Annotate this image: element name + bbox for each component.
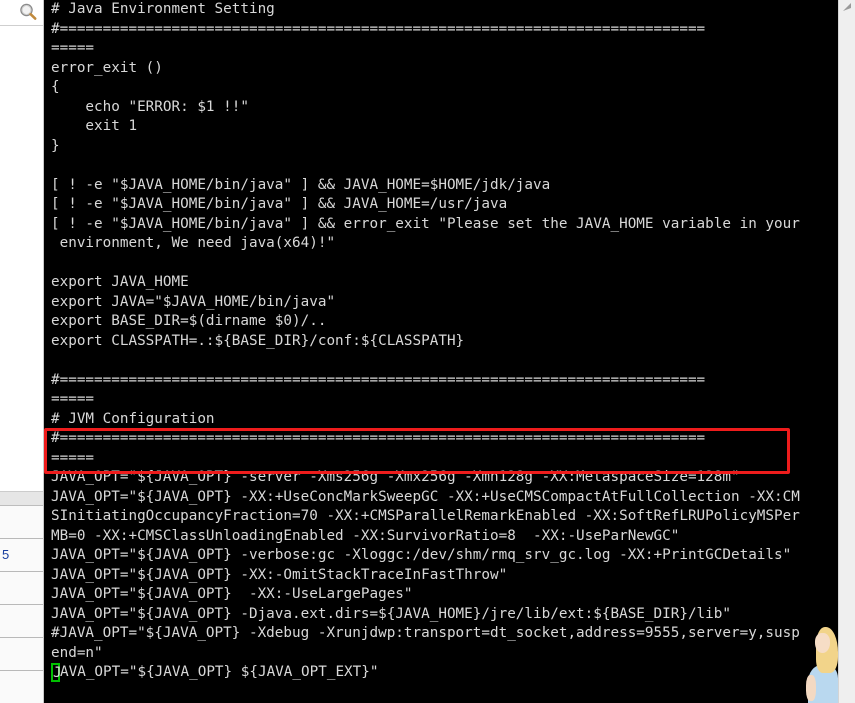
spreadsheet-row[interactable] <box>0 506 43 539</box>
terminal-line: JAVA_OPT="${JAVA_OPT} -Djava.ext.dirs=${… <box>51 605 731 622</box>
spreadsheet-toolbar <box>0 0 43 26</box>
spreadsheet-row-header <box>0 492 43 506</box>
terminal-line-with-cursor: JAVA_OPT="${JAVA_OPT} ${JAVA_OPT_EXT}" <box>51 663 838 683</box>
terminal-line: export CLASSPATH=.:${BASE_DIR}/conf:${CL… <box>51 332 465 349</box>
magnifier-icon[interactable] <box>18 2 38 22</box>
terminal-line: } <box>51 137 60 154</box>
spreadsheet-rows: 5 <box>0 492 43 703</box>
spreadsheet-row[interactable]: 5 <box>0 539 43 572</box>
terminal-line: export BASE_DIR=$(dirname $0)/.. <box>51 313 327 329</box>
terminal-line: #JAVA_OPT="${JAVA_OPT} -Xdebug -Xrunjdwp… <box>51 625 800 641</box>
terminal-line: { <box>51 79 60 95</box>
terminal-line: exit 1 <box>51 118 138 134</box>
terminal-line: echo "ERROR: $1 !!" <box>51 98 249 115</box>
terminal-line-text: AVA_OPT="${JAVA_OPT} ${JAVA_OPT_EXT}" <box>60 664 379 680</box>
spreadsheet-row[interactable] <box>0 638 43 671</box>
spreadsheet-row[interactable] <box>0 671 43 703</box>
spreadsheet-row[interactable] <box>0 572 43 605</box>
terminal-line: export JAVA="$JAVA_HOME/bin/java" <box>51 293 336 310</box>
background-spreadsheet-panel: 5 <box>0 0 44 703</box>
spreadsheet-row[interactable] <box>0 605 43 638</box>
terminal-line: JAVA_OPT="${JAVA_OPT} -XX:-OmitStackTrac… <box>51 566 508 583</box>
terminal-line: JAVA_OPT="${JAVA_OPT} -XX:-UseLargePages… <box>51 586 413 602</box>
scroll-up-arrow-icon[interactable] <box>842 2 853 13</box>
terminal-line: MB=0 -XX:+CMSClassUnloadingEnabled -XX:S… <box>51 527 680 544</box>
terminal-line: # Java Environment Setting <box>51 1 275 17</box>
terminal-text-area[interactable]: # Java Environment Setting #=============… <box>51 0 838 683</box>
terminal-line: ===== <box>51 449 95 466</box>
screen-root: 5 # Java Environment Setting #===========… <box>0 0 855 703</box>
terminal-line: ===== <box>51 40 95 56</box>
window-scrollbar[interactable] <box>838 0 855 703</box>
terminal-cursor: J <box>51 663 62 682</box>
terminal-line: [ ! -e "$JAVA_HOME/bin/java" ] && JAVA_H… <box>51 176 551 193</box>
terminal-line: # JVM Configuration <box>51 410 215 427</box>
terminal-line: [ ! -e "$JAVA_HOME/bin/java" ] && JAVA_H… <box>51 196 508 212</box>
terminal-line: end=n" <box>51 644 103 661</box>
terminal-line: ===== <box>51 391 95 407</box>
terminal-line: SInitiatingOccupancyFraction=70 -XX:+CMS… <box>51 508 800 524</box>
terminal-line: #=======================================… <box>51 430 706 446</box>
spreadsheet-blank-area <box>0 26 43 492</box>
terminal-line: #=======================================… <box>51 371 706 388</box>
terminal-line: JAVA_OPT="${JAVA_OPT} -server -Xms256g -… <box>51 469 740 485</box>
terminal-window[interactable]: # Java Environment Setting #=============… <box>44 0 838 703</box>
terminal-line: JAVA_OPT="${JAVA_OPT} -verbose:gc -Xlogg… <box>51 547 792 563</box>
terminal-line: #=======================================… <box>51 20 706 37</box>
terminal-line: [ ! -e "$JAVA_HOME/bin/java" ] && error_… <box>51 215 800 232</box>
terminal-line: error_exit () <box>51 59 163 76</box>
terminal-line: environment, We need java(x64)!" <box>51 235 336 251</box>
terminal-line: export JAVA_HOME <box>51 274 189 290</box>
terminal-line: JAVA_OPT="${JAVA_OPT} -XX:+UseConcMarkSw… <box>51 488 800 505</box>
